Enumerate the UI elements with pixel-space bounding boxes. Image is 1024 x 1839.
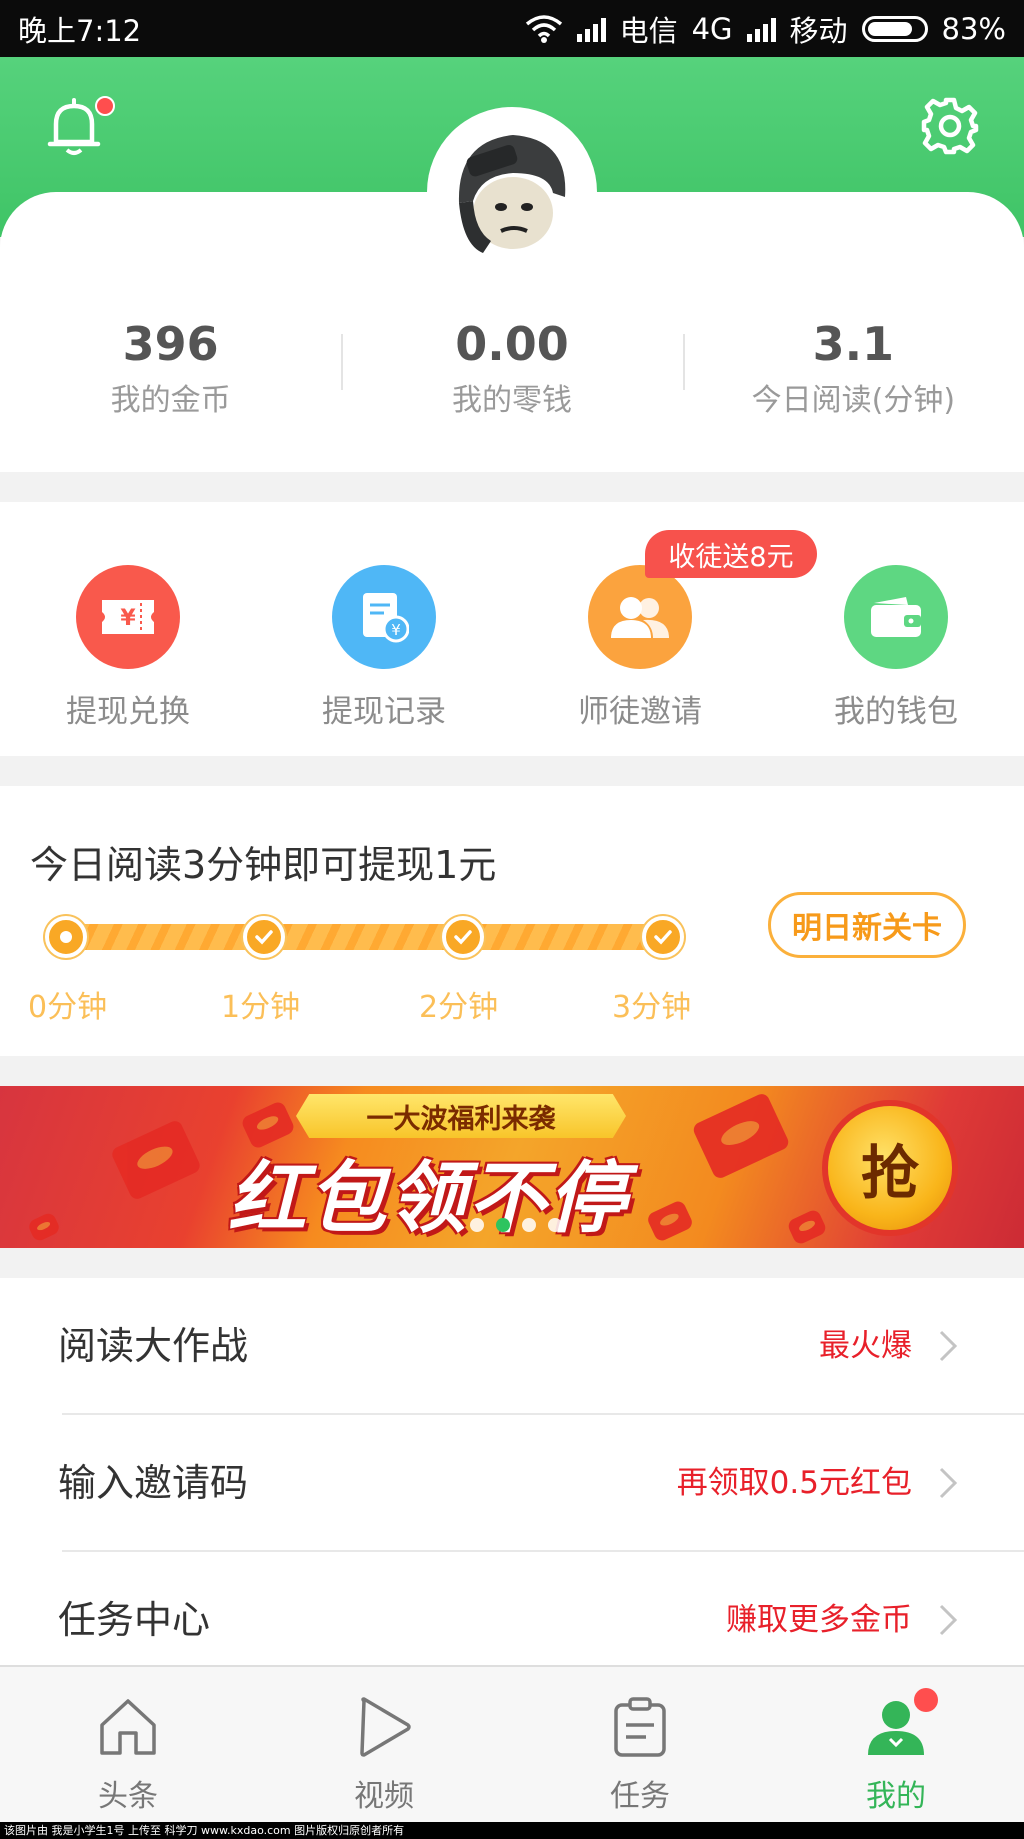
stat-value: 3.1 <box>812 317 895 371</box>
play-icon <box>360 1697 411 1757</box>
menu-list: 阅读大作战 最火爆 输入邀请码 再领取0.5元红包 任务中心 赚取更多金币 <box>0 1278 1024 1689</box>
gear-icon[interactable] <box>920 96 980 156</box>
promo-banner[interactable]: 一大波福利来袭 红包领不停 抢 <box>0 1086 1024 1248</box>
quick-actions: ¥ 提现兑换 ¥ 提现记录 师徒邀请 我的钱包 <box>0 502 1024 756</box>
tab-label: 我的 <box>866 1779 926 1814</box>
avatar[interactable] <box>441 121 583 263</box>
red-envelope-decoration <box>691 1091 791 1181</box>
status-bar: 晚上7:12 电信 4G 移动 83% <box>0 0 1024 57</box>
milestone-node <box>45 916 87 958</box>
check-icon <box>442 916 484 958</box>
svg-text:¥: ¥ <box>391 621 401 639</box>
avatar-image <box>458 135 566 253</box>
menu-item-hint: 最火爆 <box>819 1328 912 1364</box>
watermark-footer: 该图片由 我是小学生1号 上传至 科学刀 www.kxdao.com 图片版权归… <box>0 1822 1024 1839</box>
chevron-right-icon <box>939 1604 958 1636</box>
action-label: 提现记录 <box>322 694 446 730</box>
menu-item-invite-code[interactable]: 输入邀请码 再领取0.5元红包 <box>0 1415 1024 1552</box>
tab-label: 视频 <box>354 1779 414 1814</box>
bell-icon[interactable] <box>46 98 102 158</box>
chevron-right-icon <box>939 1330 958 1362</box>
clipboard-icon <box>614 1697 666 1757</box>
grab-button[interactable]: 抢 <box>822 1100 958 1236</box>
milestone-label: 2分钟 <box>419 990 499 1025</box>
check-icon <box>243 916 285 958</box>
chevron-right-icon <box>939 1467 958 1499</box>
signal-icon <box>746 16 776 42</box>
notification-dot <box>914 1688 938 1712</box>
red-envelope-decoration <box>109 1118 203 1202</box>
carrier-2: 移动 <box>789 13 848 48</box>
action-withdraw[interactable]: ¥ 提现兑换 <box>0 502 256 756</box>
task-title: 今日阅读3分钟即可提现1元 <box>30 843 497 887</box>
menu-item-reading-battle[interactable]: 阅读大作战 最火爆 <box>0 1278 1024 1415</box>
action-label: 我的钱包 <box>834 694 958 730</box>
stat-change[interactable]: 0.00 我的零钱 <box>341 312 682 432</box>
status-indicators: 电信 4G 移动 83% <box>525 8 1006 50</box>
stat-label: 我的零钱 <box>451 383 572 418</box>
menu-item-label: 阅读大作战 <box>58 1324 249 1368</box>
battery-icon <box>861 15 928 42</box>
network-type: 4G <box>691 11 733 46</box>
milestone-label: 3分钟 <box>612 990 692 1025</box>
tab-label: 任务 <box>610 1779 670 1814</box>
tab-tasks[interactable]: 任务 <box>512 1667 768 1822</box>
menu-item-label: 输入邀请码 <box>58 1461 249 1505</box>
users-icon <box>588 565 692 669</box>
stat-label: 今日阅读(分钟) <box>751 383 956 418</box>
record-yen-icon: ¥ <box>332 565 436 669</box>
wallet-icon <box>844 565 948 669</box>
carousel-dot-active[interactable] <box>496 1218 510 1232</box>
stat-value: 0.00 <box>455 317 569 371</box>
wifi-icon <box>525 14 562 43</box>
banner-ribbon: 一大波福利来袭 <box>296 1094 626 1138</box>
progress-track <box>50 924 662 950</box>
action-label: 师徒邀请 <box>578 694 702 730</box>
milestone-label: 0分钟 <box>28 990 108 1025</box>
ticket-yen-icon: ¥ <box>76 565 180 669</box>
tab-mine[interactable]: 我的 <box>768 1667 1024 1822</box>
red-envelope-decoration <box>786 1208 828 1246</box>
home-icon <box>100 1699 156 1755</box>
carousel-dot[interactable] <box>522 1218 536 1232</box>
tab-video[interactable]: 视频 <box>256 1667 512 1822</box>
stat-value: 396 <box>122 317 219 371</box>
red-envelope-decoration <box>645 1198 695 1244</box>
menu-item-hint: 再领取0.5元红包 <box>676 1465 912 1501</box>
next-level-button[interactable]: 明日新关卡 <box>768 892 966 958</box>
red-envelope-decoration <box>26 1211 62 1243</box>
banner-headline: 红包领不停 <box>228 1154 629 1244</box>
status-time: 晚上7:12 <box>18 13 142 48</box>
carousel-dots <box>470 1218 562 1232</box>
battery-percent: 83% <box>941 11 1006 46</box>
milestone-label: 1分钟 <box>221 990 301 1025</box>
stat-reading[interactable]: 3.1 今日阅读(分钟) <box>682 312 1024 432</box>
carousel-dot[interactable] <box>470 1218 484 1232</box>
carrier-1: 电信 <box>619 13 678 48</box>
invite-badge: 收徒送8元 <box>645 530 817 578</box>
carousel-dot[interactable] <box>548 1218 562 1232</box>
reading-task-card: 今日阅读3分钟即可提现1元 0分钟 1分钟 2分钟 3分钟 明日新关卡 <box>0 786 1024 1056</box>
account-stats: 396 我的金币 0.00 我的零钱 3.1 今日阅读(分钟) <box>0 312 1024 432</box>
stat-coins[interactable]: 396 我的金币 <box>0 312 341 432</box>
signal-icon <box>576 16 606 42</box>
check-icon <box>642 916 684 958</box>
stat-label: 我的金币 <box>110 383 231 418</box>
tab-headlines[interactable]: 头条 <box>0 1667 256 1822</box>
action-records[interactable]: ¥ 提现记录 <box>256 502 512 756</box>
action-label: 提现兑换 <box>66 694 190 730</box>
tab-label: 头条 <box>98 1779 158 1814</box>
bottom-tab-bar: 头条 视频 任务 我的 <box>0 1665 1024 1822</box>
svg-text:¥: ¥ <box>120 606 136 631</box>
notification-dot <box>95 96 115 116</box>
